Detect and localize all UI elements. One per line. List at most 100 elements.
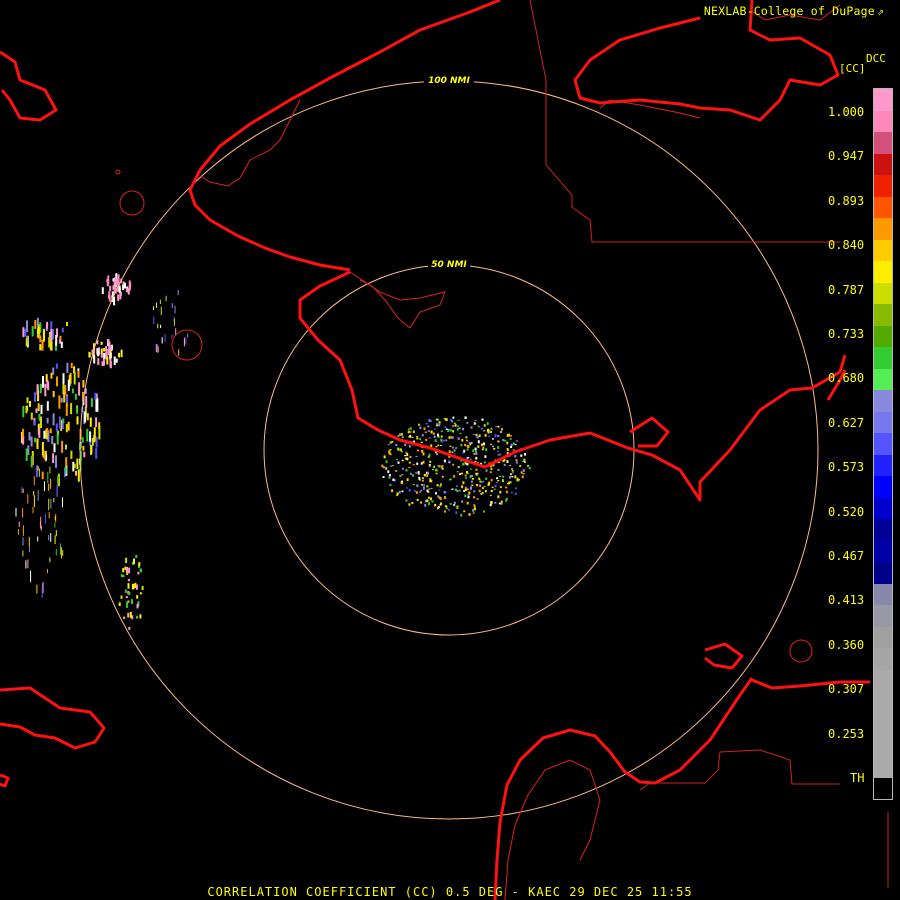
radar-echo — [30, 412, 33, 420]
radar-echo — [401, 473, 404, 476]
radar-echo — [422, 452, 425, 456]
radar-echo — [84, 411, 87, 423]
radar-echo — [521, 475, 524, 479]
radar-echo — [61, 327, 64, 333]
radar-echo — [467, 494, 470, 496]
radar-echo — [120, 349, 123, 358]
radar-echo — [54, 535, 56, 545]
radar-echo — [496, 477, 498, 480]
radar-echo — [514, 475, 517, 479]
radar-echo — [447, 429, 450, 432]
radar-echo — [417, 471, 420, 474]
radar-echo — [473, 504, 476, 506]
radar-echo — [397, 448, 400, 451]
radar-echo — [510, 443, 513, 446]
radar-echo — [494, 484, 497, 488]
radar-echo — [473, 505, 476, 508]
radar-echo — [511, 469, 514, 472]
radar-echo — [391, 489, 394, 492]
radar-echo — [481, 492, 484, 495]
radar-echo — [46, 454, 48, 460]
radar-echo — [395, 458, 398, 461]
radar-echo — [36, 317, 39, 326]
radar-echo — [463, 490, 466, 492]
radar-echo — [33, 476, 35, 486]
credit-label[interactable]: NEXLAB-College of DuPage — [704, 4, 875, 18]
radar-echo — [466, 463, 469, 466]
coastlines — [0, 0, 870, 900]
radar-echo — [171, 303, 173, 309]
radar-echo — [475, 452, 478, 454]
radar-echo — [439, 485, 442, 488]
radar-echo — [49, 428, 52, 434]
color-scale-segment — [874, 454, 892, 477]
radar-echo — [434, 468, 437, 472]
radar-echo — [126, 601, 129, 608]
radar-echo — [457, 419, 460, 421]
radar-echo — [76, 458, 79, 469]
radar-echo — [422, 460, 425, 464]
radar-echo — [493, 448, 496, 450]
legend-tick-label: 0.733 — [828, 327, 865, 341]
radar-echo — [73, 463, 76, 469]
radar-echo — [444, 505, 447, 507]
radar-echo — [89, 431, 92, 442]
radar-echo — [423, 427, 426, 431]
radar-echo — [439, 497, 442, 501]
radar-echo — [452, 463, 455, 466]
radar-echo — [448, 460, 451, 463]
radar-echo — [46, 433, 48, 440]
radar-echo — [475, 472, 478, 475]
credit-text[interactable]: NEXLAB-College of DuPage ⇗ — [704, 4, 884, 18]
radar-echo — [405, 499, 408, 502]
radar-echo — [76, 416, 79, 425]
radar-echo — [95, 436, 98, 448]
radar-echo — [56, 433, 59, 445]
radar-echo — [388, 475, 391, 479]
radar-echo — [507, 482, 510, 485]
radar-echo — [444, 510, 446, 513]
radar-echo — [427, 456, 430, 458]
radar-echo — [160, 306, 162, 315]
radar-echo — [453, 501, 456, 505]
radar-echo — [171, 334, 173, 339]
radar-echo — [22, 327, 25, 338]
radar-echo — [522, 469, 525, 472]
radar-echo — [497, 446, 500, 449]
radar-echo — [486, 422, 489, 425]
radar-echo — [433, 465, 436, 468]
radar-echo — [43, 430, 46, 439]
radar-echo — [44, 383, 47, 397]
radar-echo — [103, 353, 106, 359]
radar-echo — [492, 438, 494, 440]
radar-echo — [466, 501, 469, 505]
radar-echo — [141, 585, 144, 590]
radar-echo — [97, 350, 100, 357]
radar-echo — [471, 484, 474, 487]
radar-echo — [391, 465, 394, 467]
radar-echo — [139, 568, 142, 572]
radar-echo — [65, 423, 68, 433]
radar-echo — [477, 440, 480, 444]
radar-echo — [440, 430, 443, 433]
radar-echo — [63, 391, 66, 403]
radar-echo — [62, 550, 64, 556]
radar-echo — [506, 433, 509, 437]
radar-echo — [41, 471, 44, 480]
radar-echo — [456, 425, 459, 427]
radar-echo — [454, 424, 457, 427]
color-scale-segment — [874, 239, 892, 262]
radar-echo — [174, 305, 176, 314]
radar-echo — [44, 513, 46, 524]
radar-echo — [509, 476, 511, 479]
radar-echo — [44, 481, 45, 492]
radar-echo — [71, 388, 74, 394]
radar-echo — [483, 442, 485, 446]
radar-echo — [52, 391, 55, 398]
external-link-icon[interactable]: ⇗ — [877, 4, 884, 18]
radar-echo — [112, 278, 115, 282]
color-scale-segment — [874, 175, 892, 197]
radar-echo — [424, 431, 427, 434]
radar-echo — [451, 488, 454, 490]
radar-echo — [494, 501, 497, 504]
